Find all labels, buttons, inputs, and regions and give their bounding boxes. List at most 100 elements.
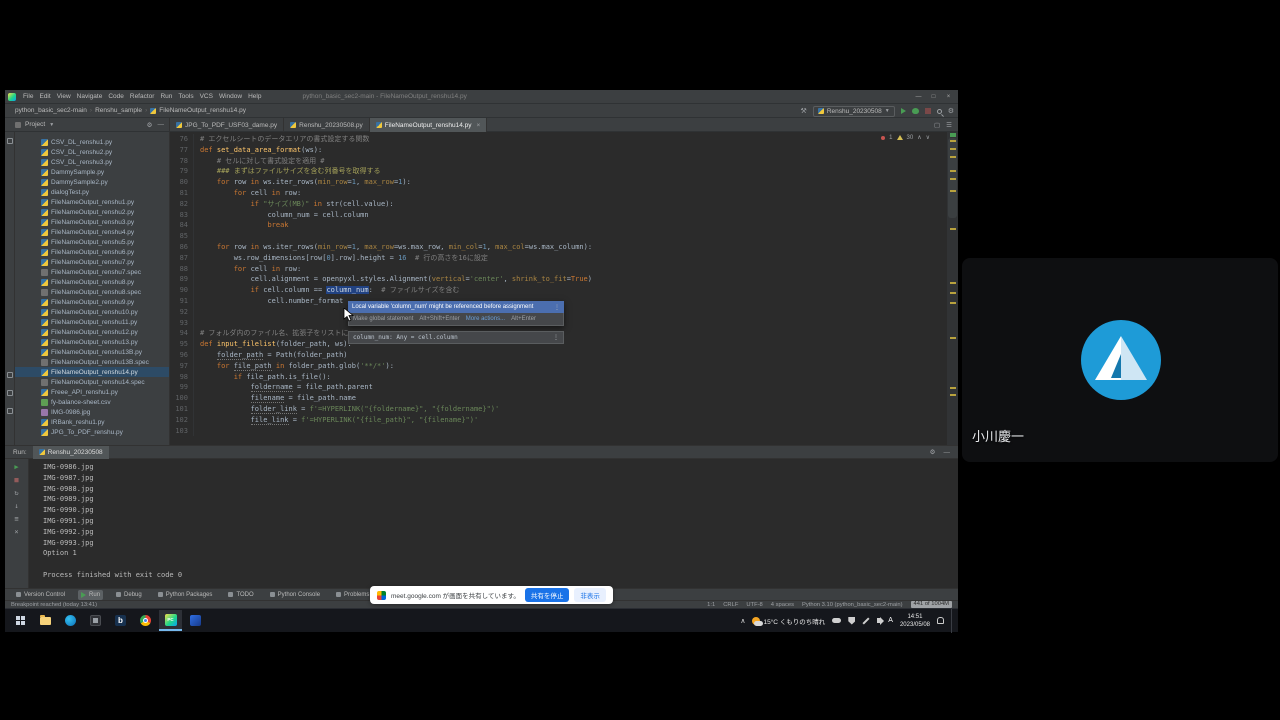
run-config-selector[interactable]: Renshu_20230508 ▼ — [813, 106, 895, 117]
project-file-row[interactable]: FileNameOutput_renshu4.py — [15, 227, 169, 237]
app-button-2[interactable] — [184, 610, 207, 631]
more-options-icon[interactable]: ⋮ — [554, 304, 560, 311]
more-actions-link[interactable]: More actions... — [466, 316, 505, 322]
project-file-row[interactable]: FileNameOutput_renshu8.py — [15, 277, 169, 287]
run-tab[interactable]: Renshu_20230508 — [33, 446, 109, 459]
menu-item-view[interactable]: View — [54, 93, 74, 100]
project-file-row[interactable]: FileNameOutput_renshu2.py — [15, 207, 169, 217]
stop-icon[interactable]: ■ — [14, 476, 18, 484]
toolwindow-python-console[interactable]: Python Console — [267, 590, 323, 600]
project-panel-header[interactable]: Project ▼ ⚙ — — [5, 118, 170, 131]
breadcrumb-item[interactable]: Renshu_sample — [95, 107, 142, 114]
notification-icon[interactable] — [937, 617, 944, 624]
menu-item-help[interactable]: Help — [245, 93, 264, 100]
scroll-to-end-icon[interactable]: ↓ — [14, 502, 18, 510]
project-file-row[interactable]: FileNameOutput_renshu10.py — [15, 307, 169, 317]
hide-toast-button[interactable]: 非表示 — [574, 588, 606, 602]
project-file-row[interactable]: FileNameOutput_renshu14.py — [15, 367, 169, 377]
stop-button[interactable] — [925, 108, 931, 114]
edge-button[interactable] — [59, 610, 82, 631]
project-file-row[interactable]: FileNameOutput_renshu5.py — [15, 237, 169, 247]
menu-item-refactor[interactable]: Refactor — [127, 93, 158, 100]
stripe-project-icon[interactable] — [7, 138, 13, 144]
status-item[interactable]: 1:1 — [707, 602, 715, 608]
tab-list-icon[interactable]: ☰ — [946, 121, 952, 129]
stop-sharing-button[interactable]: 共有を停止 — [525, 588, 570, 602]
menu-item-window[interactable]: Window — [216, 93, 245, 100]
project-file-row[interactable]: fy-balance-sheet.csv — [15, 397, 169, 407]
search-icon[interactable] — [937, 109, 942, 114]
ime-indicator[interactable]: A — [888, 617, 893, 624]
project-file-row[interactable]: IMG-0986.jpg — [15, 407, 169, 417]
console-output[interactable]: IMG-0986.jpgIMG-0987.jpgIMG-0988.jpgIMG-… — [29, 459, 958, 588]
project-file-row[interactable]: dialogTest.py — [15, 187, 169, 197]
close-icon[interactable]: × — [941, 90, 956, 104]
app-button-1[interactable] — [84, 610, 107, 631]
code-area[interactable]: 76# エクセルシートのデータエリアの書式設定する関数77def set_dat… — [170, 132, 946, 445]
breadcrumb-item[interactable]: python_basic_sec2-main — [15, 107, 87, 114]
stripe-bookmarks-icon[interactable] — [7, 390, 13, 396]
toolwindow-version-control[interactable]: Version Control — [13, 590, 68, 600]
rerun-icon[interactable]: ▶ — [14, 463, 18, 471]
memory-indicator[interactable]: 441 of 1004M — [911, 601, 952, 608]
toolwindow-problems[interactable]: Problems — [333, 590, 372, 600]
status-item[interactable]: CRLF — [723, 602, 738, 608]
settings-gear-icon[interactable]: ⚙ — [147, 121, 153, 129]
chrome-button[interactable] — [134, 610, 157, 631]
menu-item-edit[interactable]: Edit — [36, 93, 53, 100]
stripe-structure-icon[interactable] — [7, 372, 13, 378]
prev-issue-icon[interactable]: ∧ — [917, 134, 921, 141]
restart-icon[interactable]: ↻ — [14, 489, 18, 497]
file-explorer-button[interactable] — [34, 610, 57, 631]
quick-fix-action[interactable]: Make global statement — [353, 316, 413, 322]
editor-scrollbar[interactable] — [946, 132, 958, 445]
hide-panel-icon[interactable]: — — [158, 121, 165, 129]
menu-item-run[interactable]: Run — [157, 93, 175, 100]
editor-tab[interactable]: FileNameOutput_renshu14.py× — [370, 118, 488, 132]
clear-console-icon[interactable]: × — [14, 528, 18, 536]
project-file-row[interactable]: CSV_DL_renshu3.py — [15, 157, 169, 167]
weather-widget[interactable]: 15°C くもりのち晴れ — [752, 616, 825, 626]
project-file-row[interactable]: FileNameOutput_renshu6.py — [15, 247, 169, 257]
inspections-widget[interactable]: 1 30 ∧ ∨ — [881, 134, 930, 141]
project-file-row[interactable]: IRBank_reshu1.py — [15, 417, 169, 427]
project-file-row[interactable]: FileNameOutput_renshu8.spec — [15, 287, 169, 297]
build-icon[interactable]: ⚒ — [801, 108, 807, 115]
debug-button[interactable] — [912, 108, 919, 114]
toolwindow-debug[interactable]: Debug — [113, 590, 145, 600]
more-options-icon[interactable]: ⋮ — [553, 334, 559, 341]
menu-item-navigate[interactable]: Navigate — [74, 93, 106, 100]
hide-panel-icon[interactable]: — — [944, 449, 951, 456]
code-editor[interactable]: 76# エクセルシートのデータエリアの書式設定する関数77def set_dat… — [170, 132, 946, 445]
project-file-row[interactable]: FileNameOutput_renshu14.spec — [15, 377, 169, 387]
soft-wrap-icon[interactable]: ≡ — [14, 515, 18, 523]
project-file-row[interactable]: CSV_DL_renshu1.py — [15, 137, 169, 147]
project-file-row[interactable]: DammySample.py — [15, 167, 169, 177]
cloud-icon[interactable] — [832, 618, 841, 623]
project-file-row[interactable]: FileNameOutput_renshu13B.py — [15, 347, 169, 357]
project-file-row[interactable]: FileNameOutput_renshu13B.spec — [15, 357, 169, 367]
start-button[interactable] — [9, 610, 32, 631]
menu-item-tools[interactable]: Tools — [175, 93, 196, 100]
show-desktop-button[interactable] — [951, 609, 955, 633]
project-file-row[interactable]: Freee_API_renshu1.py — [15, 387, 169, 397]
editor-tab[interactable]: JPG_To_PDF_USF03_dame.py — [170, 118, 284, 132]
project-file-row[interactable]: DammySample2.py — [15, 177, 169, 187]
menu-item-code[interactable]: Code — [105, 93, 127, 100]
project-file-row[interactable]: JPG_To_PDF_renshu.py — [15, 427, 169, 437]
tab-close-icon[interactable]: × — [476, 122, 480, 129]
status-item[interactable]: UTF-8 — [746, 602, 762, 608]
editor-tab[interactable]: Renshu_20230508.py — [284, 118, 370, 132]
menu-item-file[interactable]: File — [20, 93, 36, 100]
split-editor-icon[interactable]: ▢ — [934, 121, 940, 129]
status-item[interactable]: 4 spaces — [771, 602, 794, 608]
menu-item-vcs[interactable]: VCS — [197, 93, 216, 100]
settings-gear-icon[interactable]: ⚙ — [948, 108, 954, 115]
status-item[interactable]: Python 3.10 (python_basic_sec2-main) — [802, 602, 903, 608]
toolwindow-python-packages[interactable]: Python Packages — [155, 590, 216, 600]
pen-icon[interactable] — [863, 617, 870, 624]
volume-icon[interactable] — [877, 618, 881, 623]
maximize-icon[interactable]: □ — [926, 90, 941, 104]
settings-gear-icon[interactable]: ⚙ — [930, 448, 936, 456]
project-file-row[interactable]: FileNameOutput_renshu13.py — [15, 337, 169, 347]
